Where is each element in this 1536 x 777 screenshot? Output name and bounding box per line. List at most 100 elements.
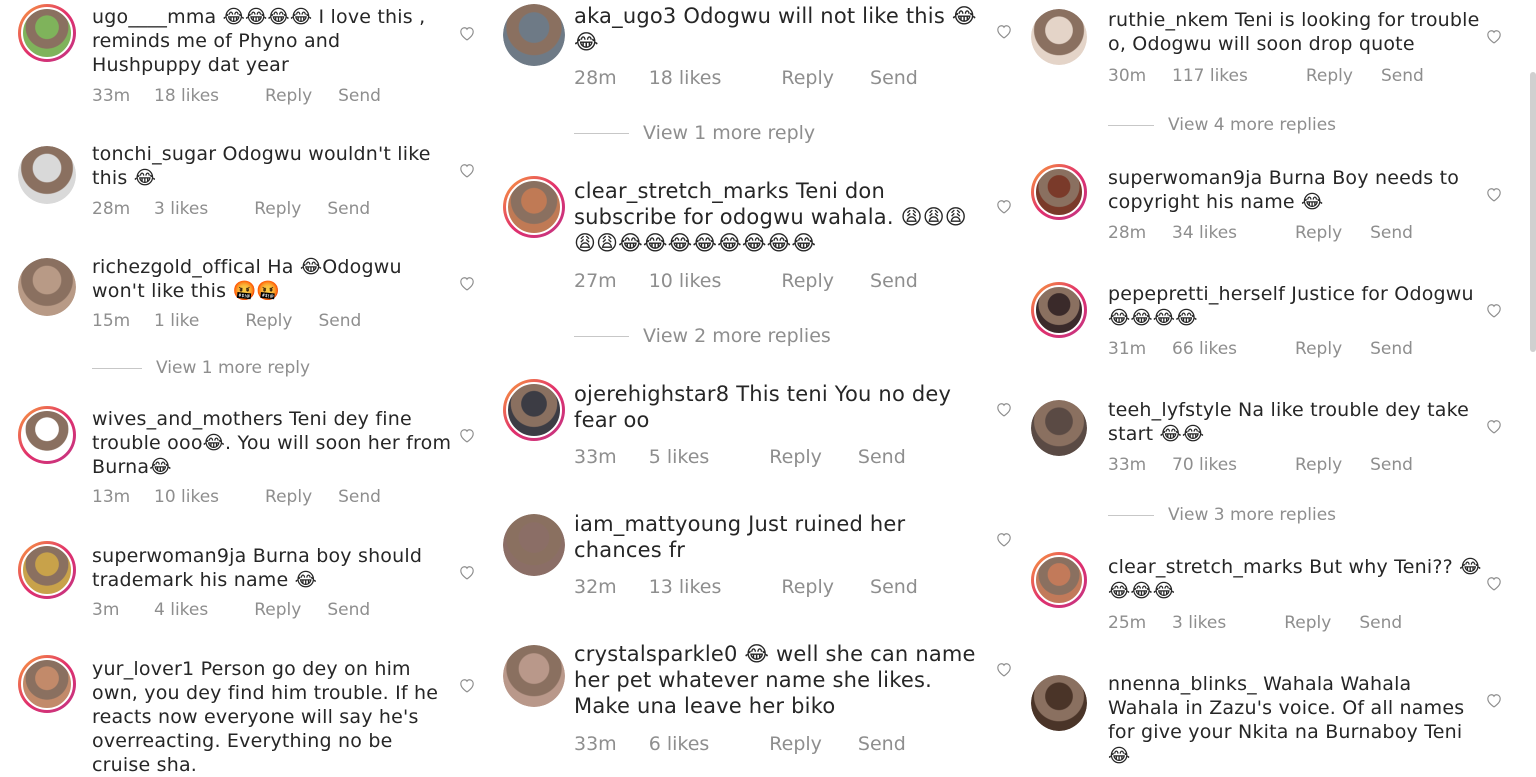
like-heart-icon[interactable] [995, 531, 1013, 547]
like-heart-icon[interactable] [458, 677, 476, 693]
reply-button[interactable]: Reply [781, 270, 834, 292]
avatar[interactable] [18, 541, 76, 599]
likes-count[interactable]: 13 likes [649, 576, 722, 598]
avatar[interactable] [1031, 9, 1087, 65]
avatar[interactable] [1031, 552, 1087, 608]
send-button[interactable]: Send [858, 446, 906, 468]
comment-username[interactable]: yur_lover1 [92, 658, 194, 680]
send-button[interactable]: Send [870, 270, 918, 292]
likes-count[interactable]: 18 likes [649, 67, 722, 89]
send-button[interactable]: Send [1370, 455, 1413, 475]
send-button[interactable]: Send [327, 600, 370, 620]
avatar[interactable] [1031, 164, 1087, 220]
send-button[interactable]: Send [318, 311, 361, 331]
avatar[interactable] [503, 645, 565, 707]
likes-count[interactable]: 34 likes [1172, 223, 1237, 243]
send-button[interactable]: Send [870, 67, 918, 89]
avatar[interactable] [503, 4, 565, 66]
comment-username[interactable]: tonchi_sugar [92, 143, 216, 165]
likes-count[interactable]: 10 likes [154, 487, 219, 507]
likes-count[interactable]: 70 likes [1172, 455, 1237, 475]
comment-username[interactable]: ruthie_nkem [1108, 9, 1229, 31]
send-button[interactable]: Send [338, 487, 381, 507]
reply-button[interactable]: Reply [245, 311, 292, 331]
like-heart-icon[interactable] [995, 661, 1013, 677]
like-heart-icon[interactable] [1485, 418, 1503, 434]
avatar[interactable] [18, 655, 76, 713]
comment-username[interactable]: crystalsparkle0 [574, 642, 738, 666]
comment-username[interactable]: ojerehighstar8 [574, 382, 729, 406]
send-button[interactable]: Send [1381, 66, 1424, 86]
like-heart-icon[interactable] [995, 198, 1013, 214]
avatar[interactable] [1031, 282, 1087, 338]
reply-button[interactable]: Reply [1295, 223, 1342, 243]
view-more-replies[interactable]: View 1 more reply [92, 358, 310, 378]
avatar[interactable] [18, 146, 76, 204]
likes-count[interactable]: 117 likes [1172, 66, 1248, 86]
avatar[interactable] [18, 4, 76, 62]
reply-button[interactable]: Reply [265, 487, 312, 507]
like-heart-icon[interactable] [458, 427, 476, 443]
send-button[interactable]: Send [858, 733, 906, 755]
likes-count[interactable]: 18 likes [154, 86, 219, 106]
comment-username[interactable]: aka_ugo3 [574, 4, 676, 28]
comment-username[interactable]: clear_stretch_marks [574, 179, 789, 203]
avatar[interactable] [503, 379, 565, 441]
reply-button[interactable]: Reply [781, 576, 834, 598]
avatar[interactable] [18, 406, 76, 464]
likes-count[interactable]: 3 likes [1172, 613, 1226, 633]
likes-count[interactable]: 4 likes [154, 600, 208, 620]
view-more-replies[interactable]: View 3 more replies [1108, 505, 1336, 525]
avatar[interactable] [18, 258, 76, 316]
scrollbar[interactable] [1530, 72, 1536, 352]
comment-username[interactable]: richezgold_offical [92, 256, 261, 278]
comment-username[interactable]: superwoman9ja [92, 545, 246, 567]
likes-count[interactable]: 66 likes [1172, 339, 1237, 359]
comment-username[interactable]: iam_mattyoung [574, 512, 741, 536]
send-button[interactable]: Send [1359, 613, 1402, 633]
send-button[interactable]: Send [870, 576, 918, 598]
avatar[interactable] [1031, 675, 1087, 731]
like-heart-icon[interactable] [1485, 575, 1503, 591]
send-button[interactable]: Send [1370, 339, 1413, 359]
comment-username[interactable]: teeh_lyfstyle [1108, 399, 1232, 421]
like-heart-icon[interactable] [458, 162, 476, 178]
reply-button[interactable]: Reply [265, 86, 312, 106]
like-heart-icon[interactable] [458, 564, 476, 580]
reply-button[interactable]: Reply [254, 600, 301, 620]
likes-count[interactable]: 5 likes [649, 446, 710, 468]
likes-count[interactable]: 1 like [154, 311, 199, 331]
reply-button[interactable]: Reply [1284, 613, 1331, 633]
send-button[interactable]: Send [327, 199, 370, 219]
reply-button[interactable]: Reply [1295, 455, 1342, 475]
reply-button[interactable]: Reply [769, 446, 822, 468]
like-heart-icon[interactable] [1485, 302, 1503, 318]
likes-count[interactable]: 10 likes [649, 270, 722, 292]
like-heart-icon[interactable] [1485, 186, 1503, 202]
send-button[interactable]: Send [1370, 223, 1413, 243]
like-heart-icon[interactable] [995, 401, 1013, 417]
reply-button[interactable]: Reply [254, 199, 301, 219]
like-heart-icon[interactable] [1485, 692, 1503, 708]
avatar[interactable] [1031, 400, 1087, 456]
comment-username[interactable]: ugo____mma [92, 6, 216, 28]
avatar[interactable] [503, 176, 565, 238]
comment-username[interactable]: superwoman9ja [1108, 167, 1262, 189]
reply-button[interactable]: Reply [1295, 339, 1342, 359]
comment-username[interactable]: wives_and_mothers [92, 408, 283, 430]
send-button[interactable]: Send [338, 86, 381, 106]
reply-button[interactable]: Reply [769, 733, 822, 755]
likes-count[interactable]: 3 likes [154, 199, 208, 219]
comment-username[interactable]: clear_stretch_marks [1108, 556, 1303, 578]
view-more-replies[interactable]: View 2 more replies [574, 325, 831, 347]
reply-button[interactable]: Reply [1306, 66, 1353, 86]
comment-username[interactable]: pepepretti_herself [1108, 283, 1285, 305]
like-heart-icon[interactable] [1485, 28, 1503, 44]
likes-count[interactable]: 6 likes [649, 733, 710, 755]
comment-username[interactable]: nnenna_blinks_ [1108, 673, 1257, 695]
view-more-replies[interactable]: View 1 more reply [574, 122, 815, 144]
view-more-replies[interactable]: View 4 more replies [1108, 115, 1336, 135]
like-heart-icon[interactable] [458, 25, 476, 41]
like-heart-icon[interactable] [995, 23, 1013, 39]
like-heart-icon[interactable] [458, 275, 476, 291]
